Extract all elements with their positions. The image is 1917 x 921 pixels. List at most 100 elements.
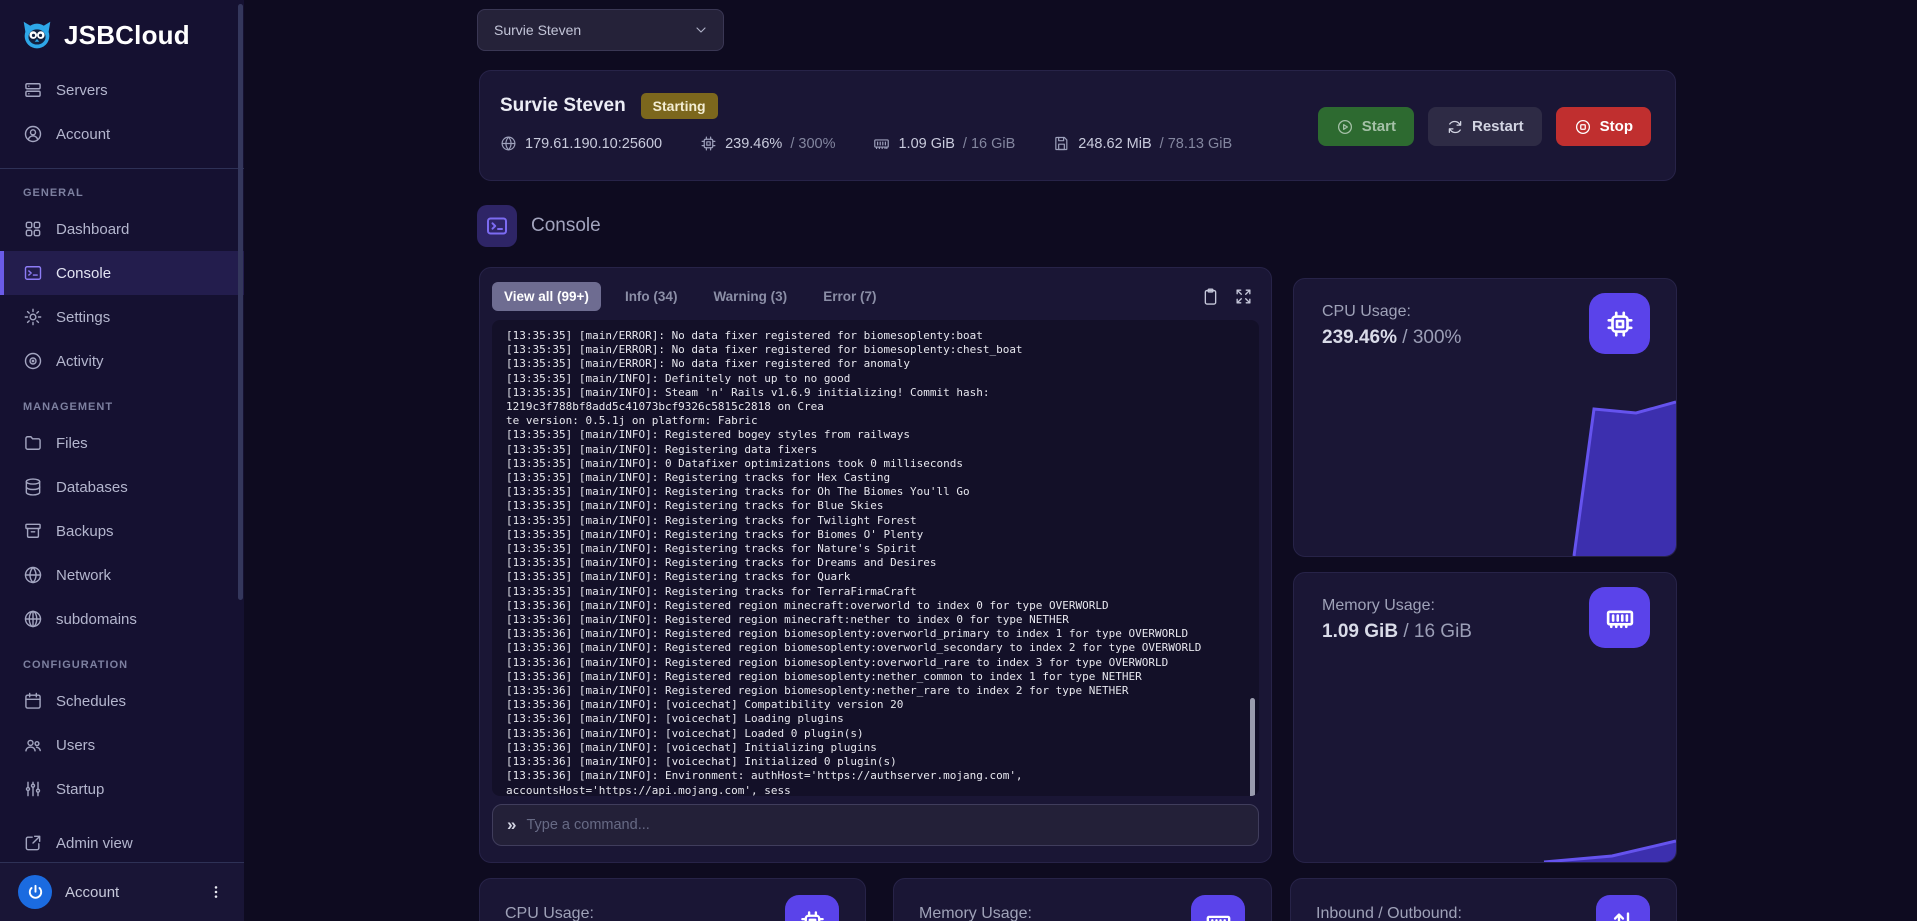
tab-warning[interactable]: Warning (3) [701, 282, 799, 311]
memory-usage-sparkline [1293, 836, 1676, 862]
database-icon [23, 477, 43, 497]
server-memory-limit: / 16 GiB [963, 136, 1015, 152]
console-icon [23, 263, 43, 283]
brand[interactable]: JSBCloud [0, 0, 244, 68]
chevrons-right-icon: » [507, 815, 514, 835]
server-stat-memory: 1.09 GiB / 16 GiB [873, 135, 1015, 152]
sidebar-scrollbar[interactable] [238, 4, 243, 600]
command-input[interactable] [526, 817, 1244, 833]
console-panel: View all (99+) Info (34) Warning (3) Err… [479, 267, 1272, 863]
console-section-header: Console [477, 205, 601, 247]
globe-icon [23, 565, 43, 585]
sidebar-item-label: Network [56, 567, 111, 584]
sidebar-item-network[interactable]: Network [0, 553, 244, 597]
stop-button-label: Stop [1600, 118, 1633, 135]
tab-error[interactable]: Error (7) [811, 282, 888, 311]
clipboard-icon [1201, 287, 1220, 306]
sidebar-item-schedules[interactable]: Schedules [0, 679, 244, 723]
sidebar-item-label: Account [56, 126, 110, 143]
sidebar-item-activity[interactable]: Activity [0, 339, 244, 383]
tab-view-all[interactable]: View all (99+) [492, 282, 601, 311]
sliders-icon [23, 779, 43, 799]
start-button[interactable]: Start [1318, 107, 1414, 146]
eye-icon [23, 351, 43, 371]
sidebar-item-console[interactable]: Console [0, 251, 244, 295]
gear-icon [23, 307, 43, 327]
sidebar-item-subdomains[interactable]: subdomains [0, 597, 244, 641]
account-footer[interactable]: Account [0, 862, 244, 921]
tab-info[interactable]: Info (34) [613, 282, 690, 311]
cpu-usage-card: CPU Usage: 239.46% / 300% [1293, 278, 1677, 557]
play-circle-icon [1336, 118, 1354, 136]
server-select-value: Survie Steven [494, 22, 581, 38]
cpu-chip-icon [1589, 293, 1650, 354]
dashboard-icon [23, 219, 43, 239]
cpu-usage-sparkline [1293, 396, 1676, 556]
sidebar-item-databases[interactable]: Databases [0, 465, 244, 509]
server-address: 179.61.190.10:25600 [525, 136, 662, 152]
sidebar-section-title: GENERAL [23, 187, 244, 199]
console-section-title: Console [531, 215, 601, 237]
sidebar-divider [0, 168, 244, 169]
sidebar-item-files[interactable]: Files [0, 421, 244, 465]
sidebar-item-label: Schedules [56, 693, 126, 710]
status-badge: Starting [641, 93, 718, 119]
sidebar-item-startup[interactable]: Startup [0, 767, 244, 811]
console-scrollbar[interactable] [1250, 698, 1255, 796]
restart-button-label: Restart [1472, 118, 1524, 135]
sidebar-section-title: CONFIGURATION [23, 659, 244, 671]
sidebar-item-backups[interactable]: Backups [0, 509, 244, 553]
sidebar-item-dashboard[interactable]: Dashboard [0, 207, 244, 251]
server-select[interactable]: Survie Steven [477, 9, 724, 51]
sidebar-item-label: subdomains [56, 611, 137, 628]
sidebar-item-settings[interactable]: Settings [0, 295, 244, 339]
memory-usage-limit: / 16 GiB [1403, 621, 1472, 642]
sidebar-item-label: Activity [56, 353, 104, 370]
sidebar-item-label: Startup [56, 781, 104, 798]
cpu-chip-icon [785, 895, 839, 921]
refresh-icon [1446, 118, 1464, 136]
sidebar-section-title: MANAGEMENT [23, 401, 244, 413]
cpu-usage-limit: / 300% [1402, 327, 1461, 348]
sidebar-item-users[interactable]: Users [0, 723, 244, 767]
calendar-icon [23, 691, 43, 711]
sidebar-item-label: Backups [56, 523, 114, 540]
chevron-down-icon [693, 22, 709, 38]
globe-icon [500, 135, 517, 152]
memory-usage-card: Memory Usage: 1.09 GiB / 16 GiB [1293, 572, 1677, 863]
archive-icon [23, 521, 43, 541]
memory-icon [873, 135, 890, 152]
avatar [18, 875, 52, 909]
start-button-label: Start [1362, 118, 1396, 135]
sidebar-item-label: Console [56, 265, 111, 282]
server-stat-address: 179.61.190.10:25600 [500, 135, 662, 152]
network-arrows-icon [1596, 895, 1650, 921]
expand-icon [1234, 287, 1253, 306]
sidebar-item-label: Admin view [56, 835, 133, 852]
sidebar-item-account[interactable]: Account [0, 112, 244, 156]
server-stat-disk: 248.62 MiB / 78.13 GiB [1053, 135, 1232, 152]
sidebar-item-servers[interactable]: Servers [0, 68, 244, 112]
sidebar-item-label: Databases [56, 479, 128, 496]
account-icon [23, 124, 43, 144]
expand-console-button[interactable] [1234, 287, 1253, 306]
server-header-card: Survie Steven Starting 179.61.190.10:256… [479, 70, 1676, 181]
app: { "brand": { "name": "JSBCloud" }, "side… [0, 0, 1917, 921]
sidebar-item-label: Files [56, 435, 88, 452]
server-cpu-value: 239.46% [725, 136, 782, 152]
copy-log-button[interactable] [1201, 287, 1220, 306]
servers-icon [23, 80, 43, 100]
restart-button[interactable]: Restart [1428, 107, 1542, 146]
sidebar-item-label: Users [56, 737, 95, 754]
console-tabs: View all (99+) Info (34) Warning (3) Err… [492, 282, 1259, 311]
bottom-memory-card: Memory Usage: [893, 878, 1272, 921]
kebab-menu-icon[interactable] [204, 880, 228, 904]
stop-button[interactable]: Stop [1556, 107, 1651, 146]
cpu-usage-number: 239.46% [1322, 327, 1397, 348]
external-link-icon [23, 833, 43, 853]
terminal-icon [477, 205, 517, 247]
sidebar-item-admin-view[interactable]: Admin view [0, 821, 244, 865]
server-disk-limit: / 78.13 GiB [1160, 136, 1233, 152]
ram-icon [1589, 587, 1650, 648]
console-log[interactable]: [13:35:35] [main/ERROR]: No data fixer r… [492, 320, 1259, 796]
